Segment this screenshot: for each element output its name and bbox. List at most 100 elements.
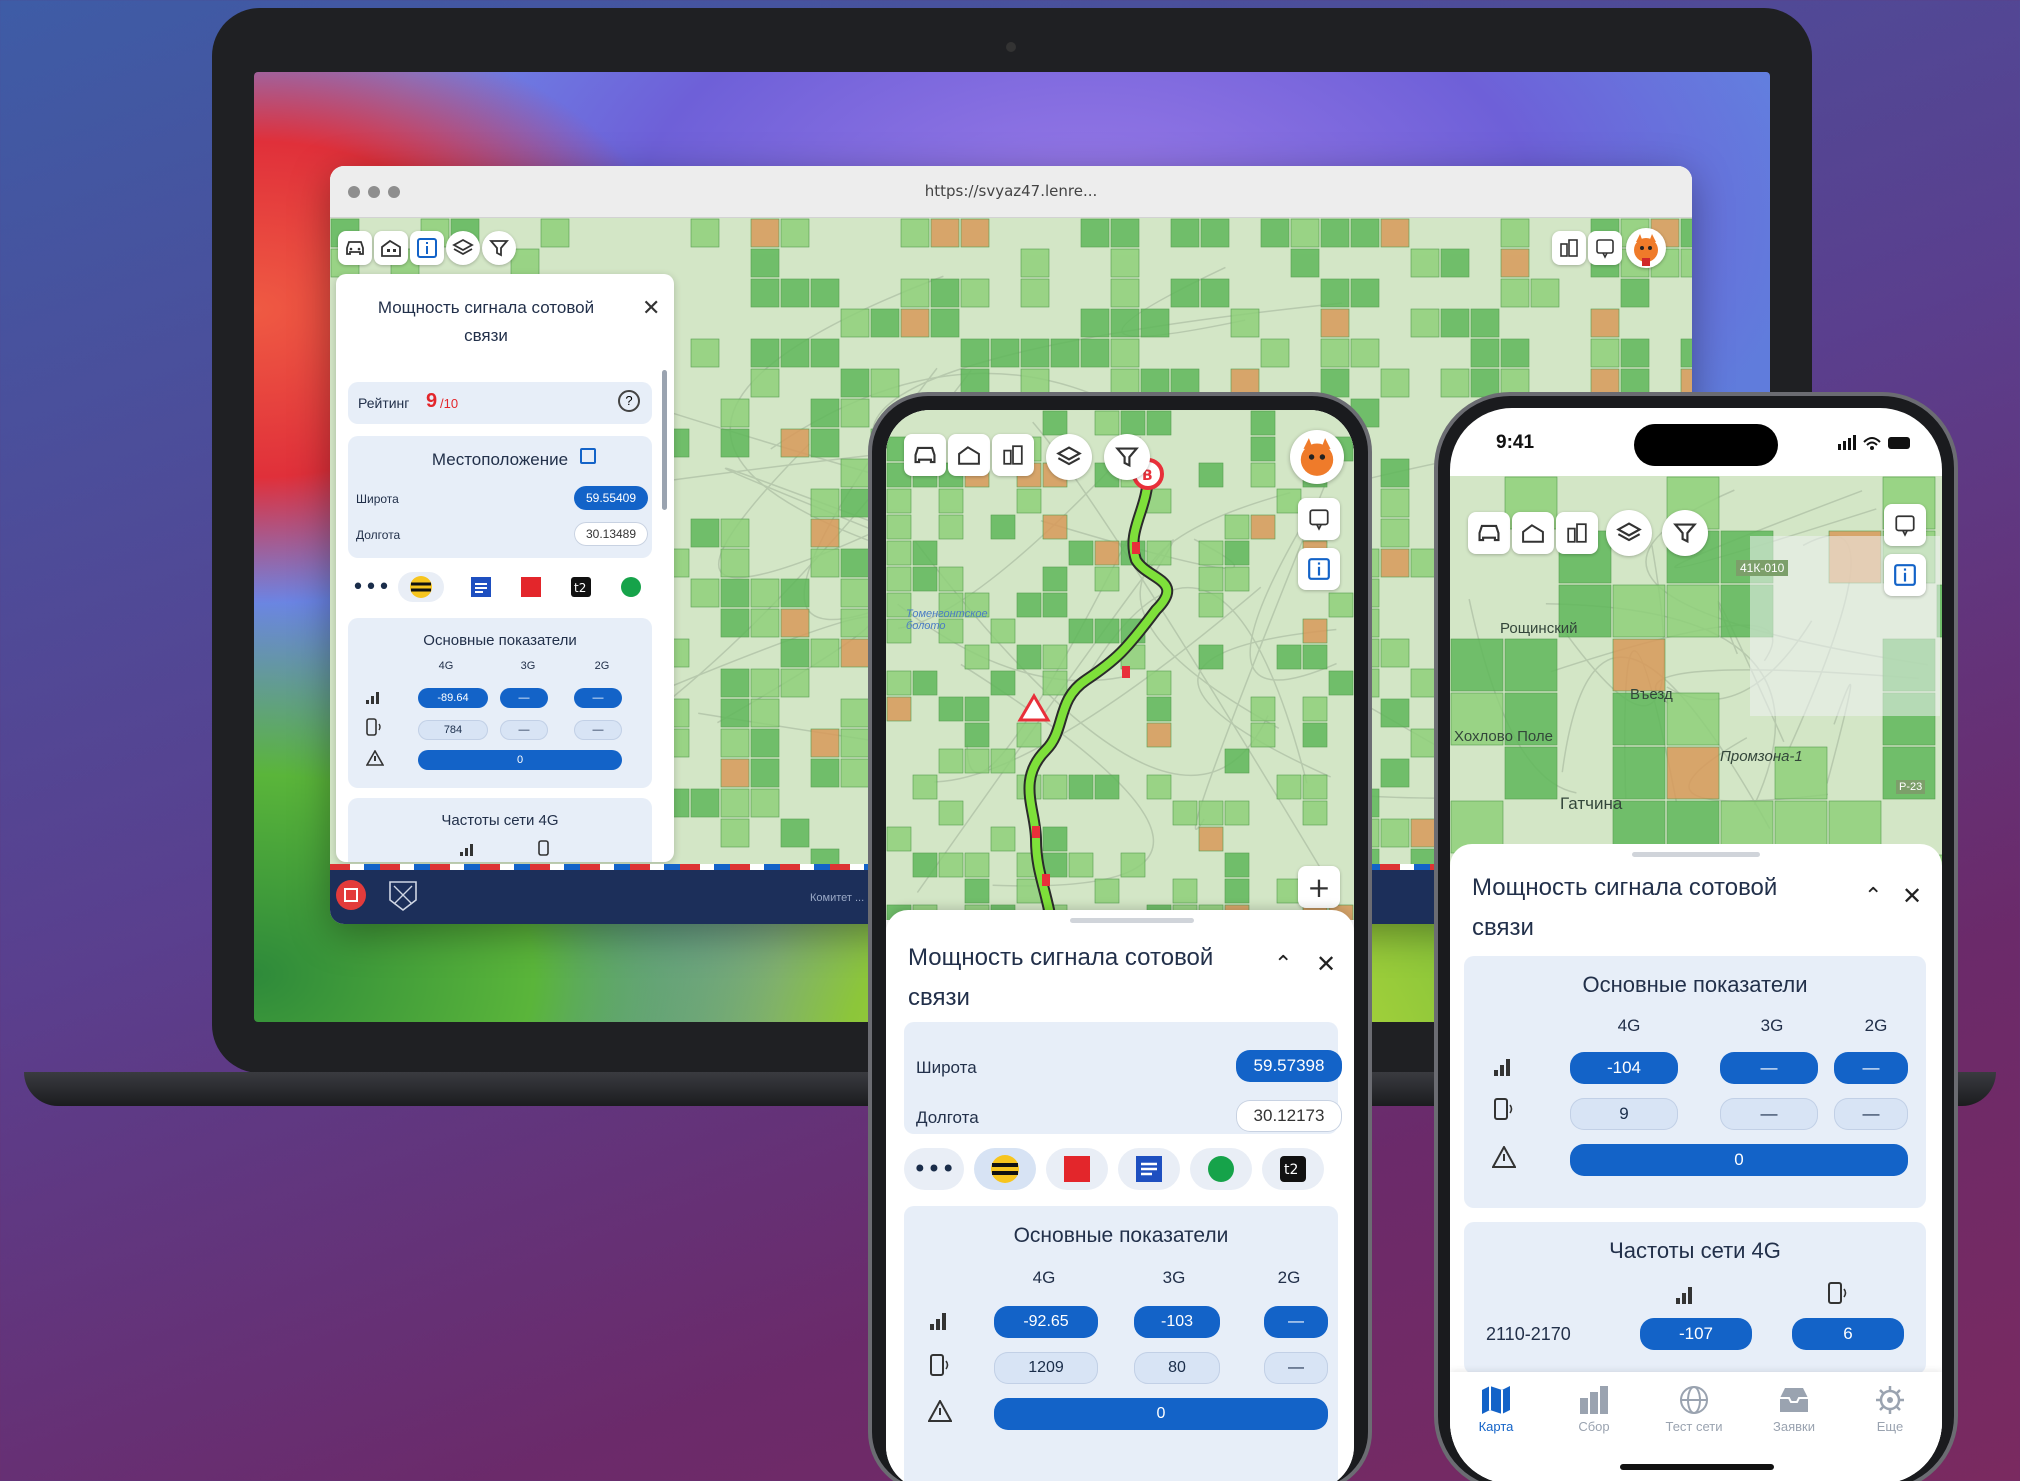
coverage-cell [1224, 514, 1250, 540]
coverage-cell [1198, 800, 1224, 826]
coverage-cell [1224, 540, 1250, 566]
coverage-cell [840, 608, 870, 638]
building-icon[interactable] [374, 231, 408, 265]
col-2g: 2G [594, 660, 610, 672]
chevron-up-icon[interactable]: ⌃ [1864, 884, 1882, 909]
car-icon[interactable] [1468, 512, 1510, 554]
coverage-cell [810, 728, 840, 758]
beeline-logo-icon[interactable] [974, 1148, 1036, 1190]
coverage-cell [1380, 548, 1410, 578]
signal-2g: — [1264, 1306, 1328, 1338]
help-icon[interactable]: ? [618, 390, 640, 412]
android-screen: B + Томенгонтское болото Мощность сигнал… [886, 410, 1354, 1481]
coverage-cell [1350, 338, 1380, 368]
t2-logo-icon[interactable]: t2 [558, 572, 604, 602]
megafon-logo-icon[interactable] [1190, 1148, 1252, 1190]
rating-label: Рейтинг [358, 395, 410, 411]
tab-more[interactable]: Еще [1850, 1384, 1930, 1434]
coverage-cell [1224, 748, 1250, 774]
coverage-cell [720, 668, 750, 698]
mascot-avatar[interactable] [1290, 430, 1344, 484]
info-icon[interactable] [410, 231, 444, 265]
close-icon[interactable]: ✕ [1902, 882, 1922, 910]
tab-map[interactable]: Карта [1456, 1384, 1536, 1434]
megafon-logo-icon[interactable] [608, 572, 654, 602]
car-icon[interactable] [338, 231, 372, 265]
coverage-cell [720, 788, 750, 818]
map-label: Въезд [1630, 686, 1673, 703]
coverage-cell [1146, 540, 1172, 566]
mts-logo-icon[interactable] [508, 572, 554, 602]
coverage-cell [990, 826, 1016, 852]
signal-3g: — [500, 688, 548, 708]
coverage-cell [1094, 774, 1120, 800]
rostelecom-logo-icon[interactable] [458, 572, 504, 602]
lat-label: Широта [916, 1058, 977, 1077]
chevron-up-icon[interactable]: ⌃ [1274, 952, 1292, 977]
favorite-marker-icon[interactable] [1884, 504, 1926, 546]
svg-text:t2: t2 [1284, 1162, 1298, 1178]
sheet-drag-handle[interactable] [1632, 852, 1760, 857]
mts-logo-icon[interactable] [1046, 1148, 1108, 1190]
coverage-cell [900, 218, 930, 248]
favorite-marker-icon[interactable] [1298, 498, 1340, 540]
coverage-cell [1380, 458, 1410, 488]
route-weak-segment [1122, 666, 1130, 678]
coverage-cell [810, 638, 840, 668]
more-icon[interactable]: ••• [904, 1148, 964, 1190]
coverage-cell [750, 668, 780, 698]
tab-collect[interactable]: Сбор [1554, 1384, 1634, 1434]
panel-scrollbar[interactable] [662, 370, 667, 510]
signal-4g: -104 [1570, 1052, 1678, 1084]
coverage-cell [1146, 722, 1172, 748]
devices-3g: — [500, 720, 548, 740]
beeline-logo-icon[interactable] [398, 572, 444, 602]
more-icon[interactable]: ••• [348, 572, 394, 602]
filter-icon[interactable] [1662, 510, 1708, 556]
filter-icon[interactable] [482, 231, 516, 265]
building-icon[interactable] [948, 434, 990, 476]
bar-chart-icon [1580, 1386, 1608, 1414]
external-link-icon[interactable] [580, 448, 596, 464]
tab-network-test[interactable]: Тест сети [1654, 1384, 1734, 1434]
coverage-cell [720, 818, 750, 848]
car-icon[interactable] [904, 434, 946, 476]
logout-icon[interactable] [336, 880, 366, 910]
city-icon[interactable] [992, 434, 1034, 476]
freq-range: 2110-2170 [1486, 1324, 1571, 1344]
close-icon[interactable]: ✕ [642, 296, 660, 321]
tab-requests[interactable]: Заявки [1754, 1384, 1834, 1434]
phone-device-icon [366, 718, 381, 736]
coverage-cell [780, 668, 810, 698]
alerts-value: 0 [418, 750, 622, 770]
close-icon[interactable]: ✕ [1316, 950, 1336, 978]
coverage-cell [1276, 774, 1302, 800]
sheet-drag-handle[interactable] [1070, 918, 1194, 923]
info-icon[interactable] [1884, 554, 1926, 596]
mascot-avatar[interactable] [1626, 228, 1666, 268]
rostelecom-logo-icon[interactable] [1118, 1148, 1180, 1190]
city-icon[interactable] [1556, 512, 1598, 554]
panel-title-line2: связи [464, 326, 508, 345]
layers-icon[interactable] [446, 231, 480, 265]
city-icon[interactable] [1552, 231, 1586, 265]
freq-signal: -107 [1640, 1318, 1752, 1350]
layers-icon[interactable] [1606, 510, 1652, 556]
t2-logo-icon[interactable]: t2 [1262, 1148, 1324, 1190]
favorite-marker-icon[interactable] [1588, 231, 1622, 265]
phone-device-icon [930, 1354, 949, 1376]
coverage-cell [1020, 338, 1050, 368]
coverage-cell [1094, 878, 1120, 904]
filter-icon[interactable] [1104, 434, 1150, 480]
zoom-in-button[interactable]: + [1298, 866, 1340, 908]
building-icon[interactable] [1512, 512, 1554, 554]
android-route-map: B [886, 410, 1354, 920]
android-map[interactable]: B [886, 410, 1354, 920]
coverage-cell [960, 338, 990, 368]
layers-icon[interactable] [1046, 434, 1092, 480]
coverage-cell [1224, 878, 1250, 904]
coverage-cell [1198, 462, 1224, 488]
info-icon[interactable] [1298, 548, 1340, 590]
coverage-cell [1172, 878, 1198, 904]
address-bar[interactable]: https://svyaz47.lenre... [330, 182, 1692, 200]
